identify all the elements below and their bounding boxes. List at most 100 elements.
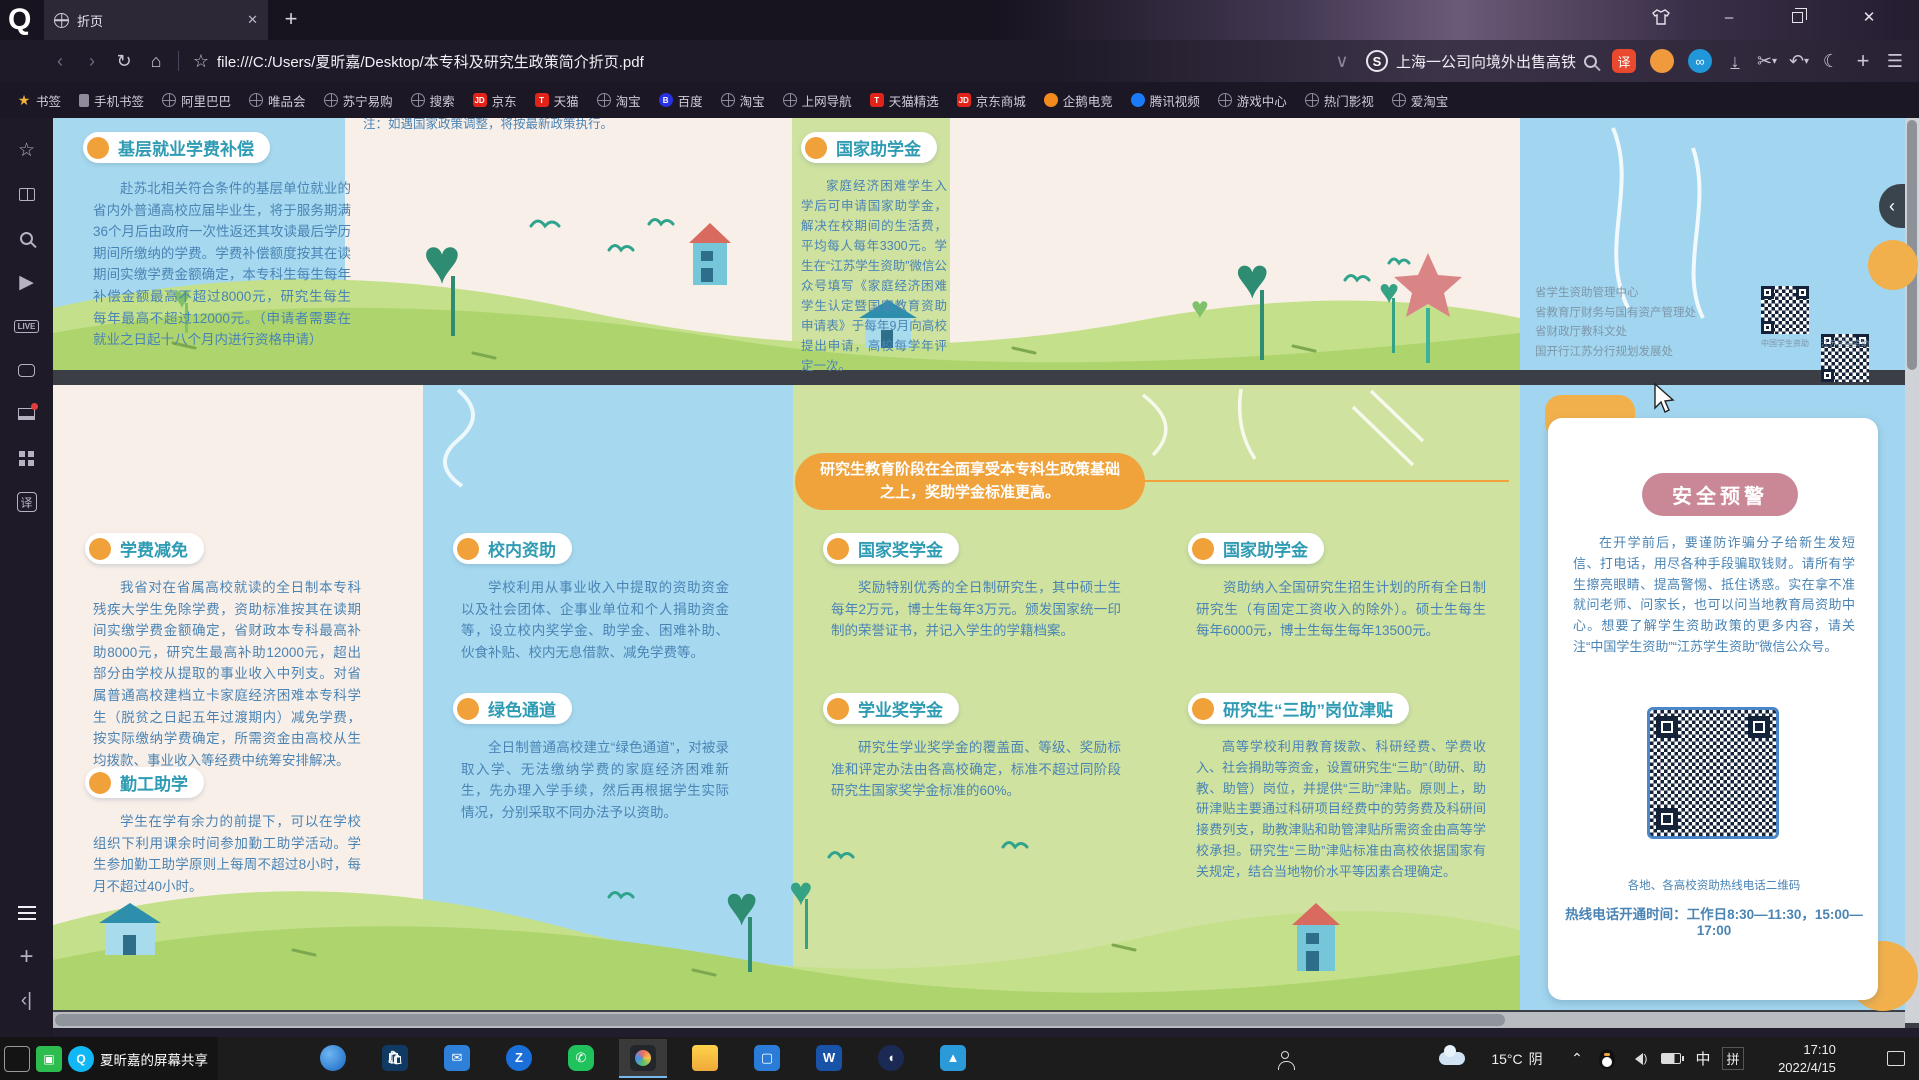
history-undo-button[interactable]: ↶▾ (1783, 45, 1815, 77)
translate-icon[interactable]: 译 (7, 480, 47, 524)
bookmark-item[interactable]: 上网导航 (776, 88, 859, 113)
penguin-esports-icon (1044, 93, 1058, 107)
qq-tray-icon[interactable] (1592, 1037, 1622, 1080)
bookmark-item[interactable]: 手机书签 (72, 88, 151, 113)
taskbar-app-blue-z[interactable]: Z (495, 1039, 543, 1078)
horizontal-scrollbar[interactable] (53, 1012, 1905, 1028)
assistant-icon[interactable] (1650, 49, 1674, 73)
bookmark-item[interactable]: 淘宝 (714, 88, 772, 113)
bookmark-item[interactable]: 淘宝 (590, 88, 648, 113)
clock[interactable]: 17:102022/4/15 (1752, 1037, 1862, 1080)
home-button[interactable]: ⌂ (140, 45, 172, 77)
weather-widget[interactable]: 15°C阴 (1474, 1037, 1560, 1080)
qq-browser-logo-icon[interactable]: Q (8, 5, 40, 37)
safety-alert-body: 在开学前后，要谨防诈骗分子给新生发短信、打电话，用尽各种手段骗取钱财。请所有学生… (1573, 533, 1855, 658)
ime-pinyin-indicator[interactable]: 拼 (1718, 1037, 1748, 1080)
safety-alert-title: 安全预警 (1642, 473, 1798, 516)
sidebar-add-icon[interactable]: + (7, 935, 47, 979)
bookmark-item[interactable]: 爱淘宝 (1385, 88, 1456, 113)
chat-bubble-icon[interactable] (7, 348, 47, 392)
people-tray-icon[interactable] (1265, 1037, 1305, 1080)
bookmark-item[interactable]: ★书签 (10, 88, 68, 113)
taskbar-app-wechat[interactable]: ✆ (557, 1039, 605, 1078)
taskbar-app-file-explorer[interactable] (681, 1039, 729, 1078)
window-icon[interactable] (4, 1046, 30, 1072)
theme-skin-button[interactable] (1638, 0, 1684, 34)
search-icon[interactable] (1584, 55, 1597, 68)
night-mode-moon-icon[interactable]: ☾ (1815, 45, 1847, 77)
policy-note: 注：如遇国家政策调整，将按最新政策执行。 (363, 118, 693, 134)
bookmark-item[interactable]: 腾讯视频 (1124, 88, 1207, 113)
favorites-star-icon[interactable]: ☆ (7, 128, 47, 172)
section-heading: 基层就业学费补偿 (83, 132, 270, 163)
tab-close-icon[interactable]: ✕ (247, 12, 258, 28)
apps-grid-icon[interactable] (7, 436, 47, 480)
close-button[interactable]: ✕ (1846, 0, 1892, 34)
ime-language-indicator[interactable]: 中 (1688, 1037, 1718, 1080)
screen-share-icon[interactable]: ▣ (36, 1046, 62, 1072)
minimize-button[interactable]: – (1706, 0, 1752, 34)
shopping-cart-icon[interactable] (7, 392, 47, 436)
weather-cloud-icon[interactable] (1432, 1037, 1472, 1080)
reading-book-icon[interactable] (7, 172, 47, 216)
battery-icon[interactable] (1654, 1037, 1688, 1080)
volume-icon[interactable]: ) (1622, 1037, 1654, 1080)
screenshot-scissors-button[interactable]: ✂▾ (1751, 45, 1783, 77)
bookmark-item[interactable]: T天猫 (528, 88, 586, 113)
back-button[interactable]: ‹ (44, 45, 76, 77)
tencent-video-icon (1131, 93, 1145, 107)
search-icon[interactable] (7, 216, 47, 260)
video-play-icon[interactable]: ▶ (7, 260, 47, 304)
bookmark-item[interactable]: 阿里巴巴 (155, 88, 238, 113)
outline-list-icon[interactable] (7, 891, 47, 935)
svg-text:♥: ♥ (1191, 292, 1209, 325)
pdf-page-1: ♥ ♥ ♥ ♥ ♥ 基层就业学费补偿 赴苏北相关符合条件的基层单位就业的省内外普… (53, 118, 1905, 370)
bird-icons (531, 220, 1409, 281)
section-heading: 国家奖学金 (823, 533, 959, 564)
reload-button[interactable]: ↻ (108, 45, 140, 77)
taskbar-app-word[interactable]: W (805, 1039, 853, 1078)
url-text[interactable]: file:///C:/Users/夏昕嘉/Desktop/本专科及研究生政策简介… (217, 51, 644, 72)
new-tab-button[interactable]: + (276, 4, 306, 34)
qr-caption: 中国学生资助 (1753, 338, 1817, 349)
menu-hamburger-icon[interactable]: ☰ (1879, 45, 1911, 77)
translate-page-button[interactable]: 译 (1612, 49, 1636, 73)
notification-center-icon[interactable] (1878, 1037, 1914, 1080)
download-button[interactable]: ↓ (1719, 45, 1751, 77)
collapse-sidebar-icon[interactable]: ‹| (7, 979, 47, 1023)
search-query[interactable]: 上海一公司向境外出售高铁 (1396, 51, 1576, 72)
horizontal-scroll-thumb[interactable] (55, 1014, 1505, 1026)
bookmark-item[interactable]: 唯品会 (242, 88, 313, 113)
taskbar-app-store[interactable]: 🛍 (371, 1039, 419, 1078)
section-heading: 勤工助学 (85, 767, 204, 798)
restore-button[interactable] (1774, 0, 1820, 34)
bookmark-item[interactable]: JD京东商城 (950, 88, 1033, 113)
bookmark-item[interactable]: B百度 (652, 88, 710, 113)
taskbar-app-browser[interactable] (309, 1039, 357, 1078)
live-icon[interactable]: LIVE (7, 304, 47, 348)
bookmark-item[interactable]: T天猫精选 (863, 88, 946, 113)
bookmark-item[interactable]: 苏宁易购 (317, 88, 400, 113)
browser-tab[interactable]: 折页 ✕ (44, 0, 268, 40)
bookmark-item[interactable]: 企鹅电竞 (1037, 88, 1120, 113)
taskbar-app-photos[interactable]: ▲ (929, 1039, 977, 1078)
bookmark-item[interactable]: JD京东 (466, 88, 524, 113)
bookmark-item[interactable]: 游戏中心 (1211, 88, 1294, 113)
url-dropdown-chevron-icon[interactable]: ∨ (1326, 45, 1358, 77)
taskbar-app-projection[interactable]: ▢ (743, 1039, 791, 1078)
tray-expand-chevron-icon[interactable]: ⌃ (1562, 1037, 1592, 1080)
taskbar-app-mail[interactable]: ✉ (433, 1039, 481, 1078)
qq-icon[interactable]: Q (68, 1046, 94, 1072)
section-body: 学校利用从事业收入中提取的资助资金以及社会团体、企事业单位和个人捐助资金等，设立… (461, 577, 729, 663)
taskbar-app-quark[interactable]: ◖ (867, 1039, 915, 1078)
bookmark-item[interactable]: 搜索 (404, 88, 462, 113)
search-box[interactable]: S 上海一公司向境外出售高铁 (1366, 50, 1597, 72)
forward-button[interactable]: › (76, 45, 108, 77)
screen-share-widget[interactable]: ▣ Q 夏昕嘉的屏幕共享 (0, 1037, 218, 1080)
bookmark-star-icon[interactable]: ☆ (185, 45, 217, 77)
mouse-cursor (1652, 383, 1676, 415)
bookmark-item[interactable]: 热门影视 (1298, 88, 1381, 113)
taskbar-app-screen-record[interactable] (619, 1039, 667, 1078)
add-button[interactable]: + (1847, 45, 1879, 77)
sync-infinity-icon[interactable]: ∞ (1688, 49, 1712, 73)
